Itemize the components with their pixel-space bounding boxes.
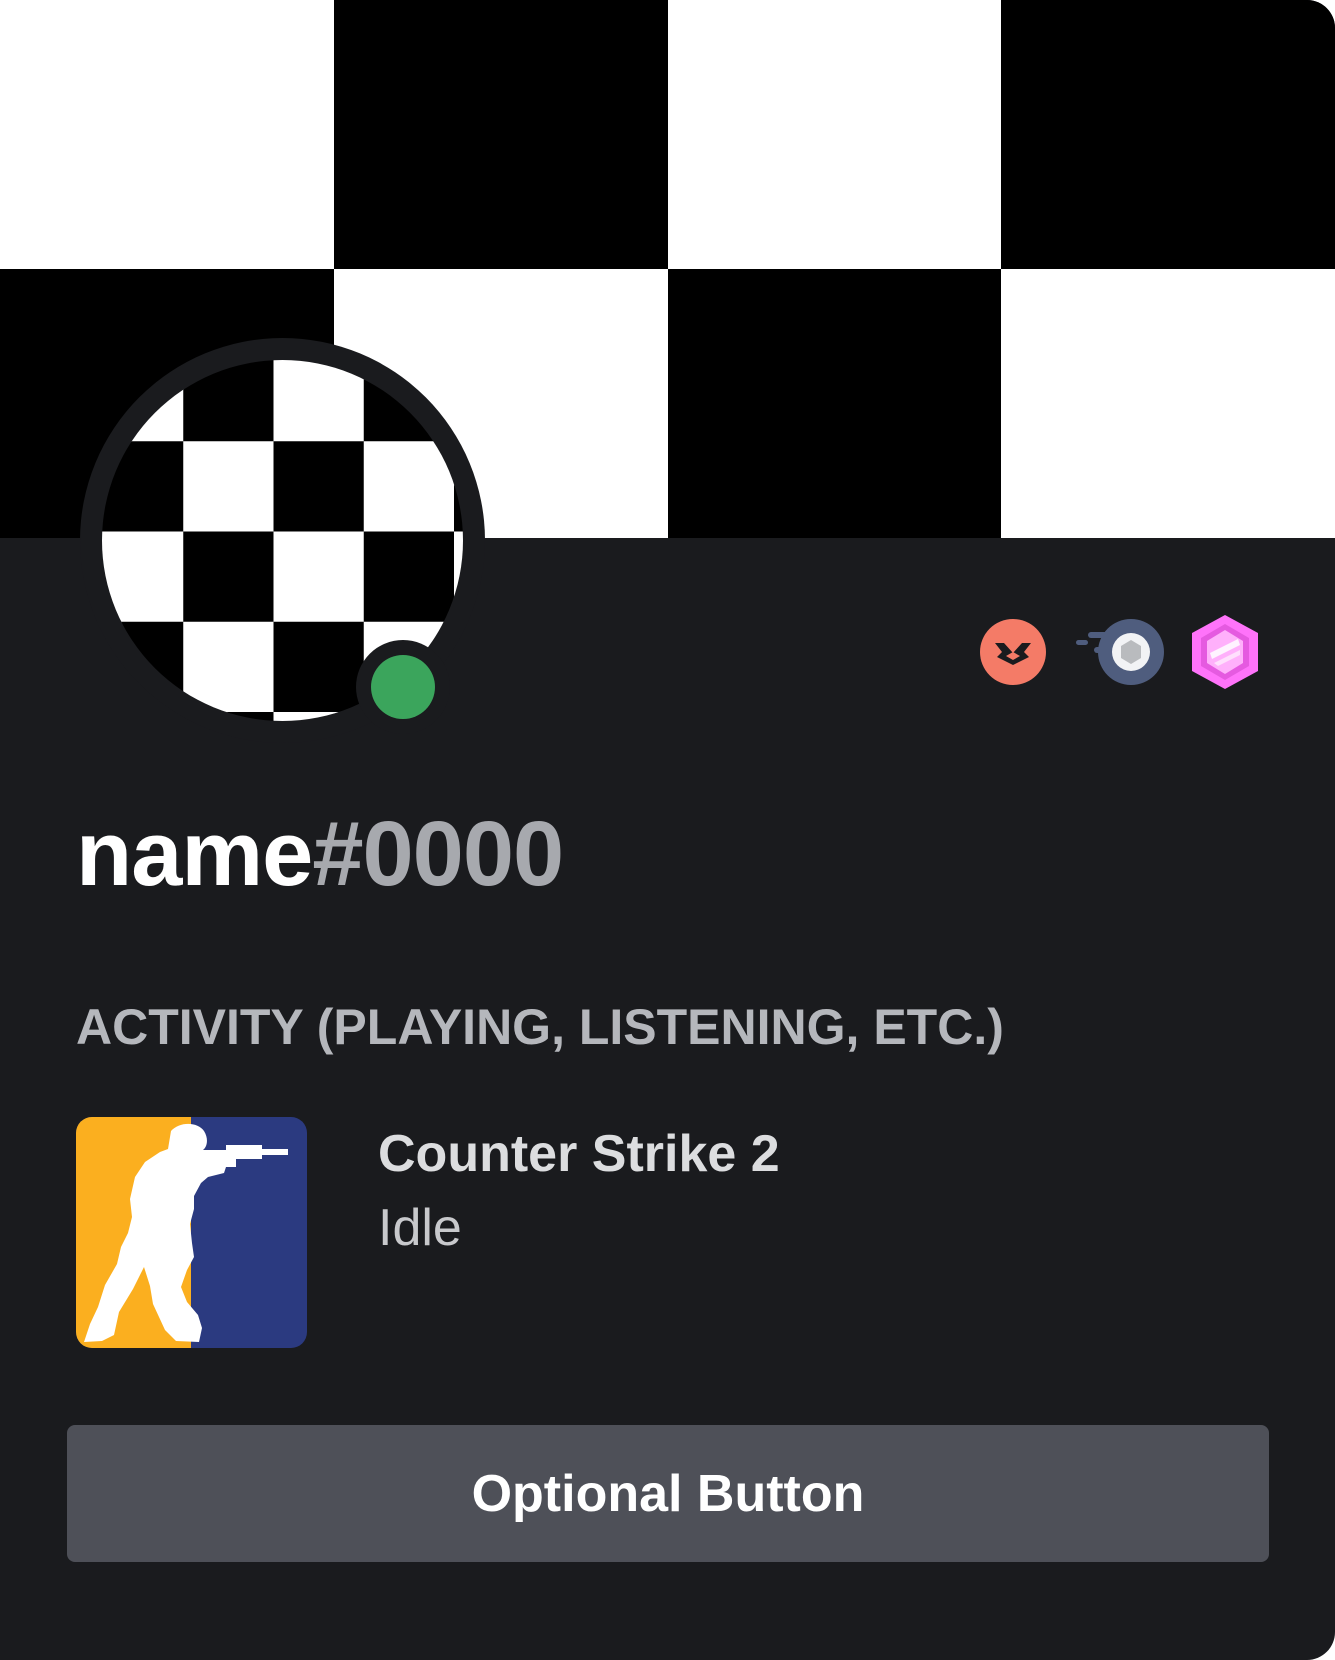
online-status-icon	[371, 655, 435, 719]
banner-square	[1001, 269, 1335, 538]
counter-strike-icon	[76, 1117, 307, 1348]
username-discriminator: #0000	[312, 803, 564, 905]
nitro-speed-badge-icon[interactable]	[1074, 619, 1166, 685]
banner-square	[333, 0, 668, 269]
nitro-gem-badge-icon[interactable]	[1192, 615, 1258, 689]
optional-button[interactable]: Optional Button	[67, 1425, 1269, 1562]
banner-square	[1001, 0, 1335, 269]
profile-card: name#0000 ACTIVITY (PLAYING, LISTENING, …	[0, 0, 1335, 1660]
username: name#0000	[76, 808, 564, 900]
activity-game-name: Counter Strike 2	[378, 1125, 780, 1183]
status-indicator	[356, 640, 450, 734]
activity-section-title: ACTIVITY (PLAYING, LISTENING, ETC.)	[76, 999, 1004, 1055]
banner-square	[0, 0, 334, 269]
banner-square	[667, 0, 1002, 269]
banner-square	[667, 269, 1002, 538]
username-name: name	[76, 803, 313, 905]
hypesquad-brilliance-badge-icon[interactable]	[980, 619, 1046, 685]
activity-state: Idle	[378, 1199, 462, 1257]
badge-list	[980, 615, 1258, 689]
